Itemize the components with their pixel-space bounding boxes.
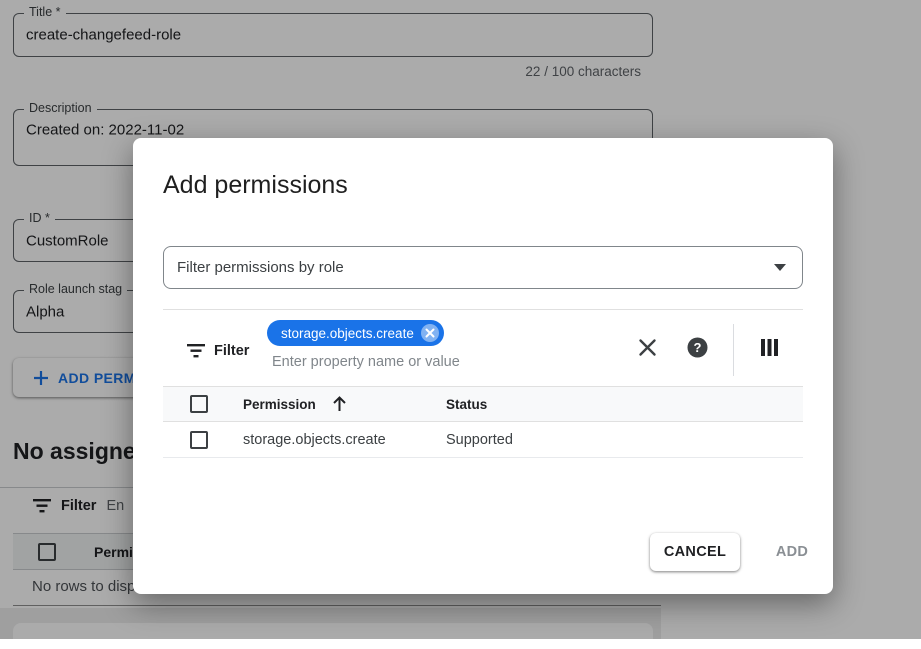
svg-text:?: ? xyxy=(693,340,701,355)
role-select-placeholder: Filter permissions by role xyxy=(177,259,774,276)
cancel-button[interactable]: CANCEL xyxy=(650,533,740,571)
filter-chip-label: storage.objects.create xyxy=(281,326,414,341)
chip-remove-icon[interactable] xyxy=(421,324,439,342)
permissions-table: Permission Status storage.objects.create… xyxy=(163,386,803,458)
add-button[interactable]: ADD xyxy=(761,533,823,571)
toolbar-divider xyxy=(733,324,734,376)
help-button[interactable]: ? xyxy=(683,333,711,361)
permission-column-header[interactable]: Permission xyxy=(243,397,316,412)
columns-icon xyxy=(761,339,778,356)
table-row[interactable]: storage.objects.create Supported xyxy=(163,422,803,458)
column-display-button[interactable] xyxy=(755,333,783,361)
filter-permissions-by-role-select[interactable]: Filter permissions by role xyxy=(163,246,803,289)
chevron-down-icon xyxy=(774,264,786,271)
filter-chip[interactable]: storage.objects.create xyxy=(267,320,444,346)
row-checkbox[interactable] xyxy=(190,431,208,449)
dialog-title: Add permissions xyxy=(163,171,348,200)
filter-icon xyxy=(187,344,205,358)
permissions-filter-toolbar: Filter storage.objects.create Enter prop… xyxy=(163,309,803,386)
sort-ascending-icon[interactable] xyxy=(332,396,347,412)
permissions-table-header: Permission Status xyxy=(163,386,803,422)
row-permission: storage.objects.create xyxy=(243,432,386,448)
select-all-checkbox[interactable] xyxy=(190,395,208,413)
add-permissions-dialog: Add permissions Filter permissions by ro… xyxy=(133,138,833,594)
close-icon xyxy=(638,338,657,357)
help-icon: ? xyxy=(687,337,708,358)
row-status: Supported xyxy=(446,432,513,448)
filter-input-placeholder[interactable]: Enter property name or value xyxy=(272,354,460,370)
status-column-header[interactable]: Status xyxy=(446,397,487,412)
clear-filter-button[interactable] xyxy=(633,333,661,361)
filter-label: Filter xyxy=(214,343,249,359)
filter-button[interactable]: Filter xyxy=(187,343,249,359)
